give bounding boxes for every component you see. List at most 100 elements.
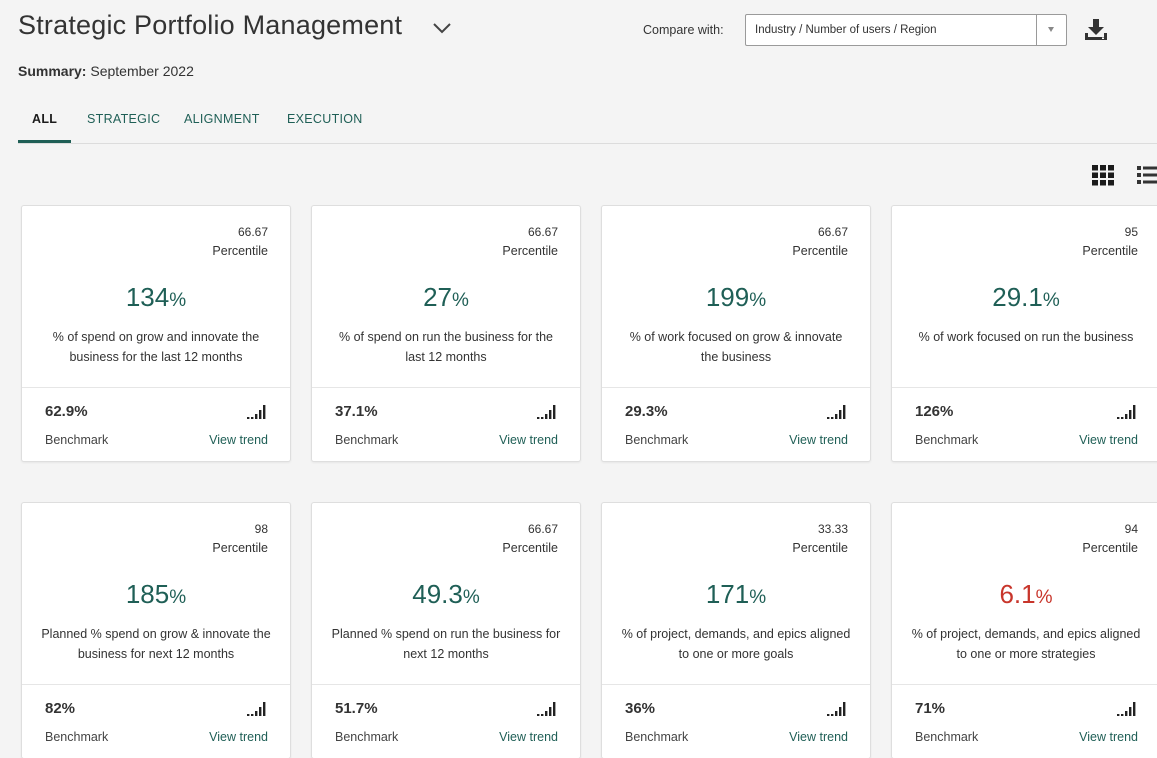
card-divider [892, 387, 1157, 388]
tab-strategic[interactable]: STRATEGIC [87, 112, 160, 126]
card-divider [892, 684, 1157, 685]
signal-bars-icon [827, 405, 846, 419]
metric-card[interactable]: 95 Percentile 29.1% % of work focused on… [891, 205, 1157, 462]
signal-bars-icon [247, 702, 266, 716]
metric-unit: % [169, 290, 187, 311]
view-trend-link[interactable]: View trend [1079, 730, 1138, 744]
metric-card[interactable]: 66.67 Percentile 199% % of work focused … [601, 205, 871, 462]
benchmark-label: Benchmark [45, 730, 109, 744]
percentile-label: Percentile [502, 541, 558, 555]
percentile-label: Percentile [502, 244, 558, 258]
card-divider [312, 684, 580, 685]
metric-number: 134 [125, 282, 170, 312]
summary-value: September 2022 [90, 63, 194, 79]
percentile-value: 94 [1124, 522, 1138, 536]
benchmark-label: Benchmark [625, 433, 689, 447]
benchmark-value: 37.1% [335, 403, 378, 420]
percentile-label: Percentile [1082, 244, 1138, 258]
benchmark-value: 29.3% [625, 403, 668, 420]
metric-unit: % [169, 587, 187, 608]
signal-bars-icon [537, 405, 556, 419]
metric-unit: % [1042, 290, 1060, 311]
metric-card[interactable]: 66.67 Percentile 49.3% Planned % spend o… [311, 502, 581, 758]
compare-select-value: Industry / Number of users / Region [755, 24, 937, 36]
metric-description: % of spend on grow and innovate the busi… [52, 330, 260, 364]
percentile-value: 66.67 [527, 225, 558, 239]
summary-label: Summary: [18, 63, 87, 79]
card-divider [312, 387, 580, 388]
select-divider [1036, 15, 1037, 45]
metric-value: 199% [602, 282, 870, 313]
benchmark-label: Benchmark [45, 433, 109, 447]
signal-bars-icon [247, 405, 266, 419]
metric-unit: % [452, 290, 469, 311]
metric-card[interactable]: 66.67 Percentile 134% % of spend on grow… [21, 205, 291, 462]
metric-description: % of project, demands, and epics aligned… [911, 627, 1141, 661]
percentile-value: 98 [254, 522, 268, 536]
metric-card[interactable]: 33.33 Percentile 171% % of project, dema… [601, 502, 871, 758]
percentile-label: Percentile [1082, 541, 1138, 555]
benchmark-value: 36% [625, 700, 656, 717]
metric-unit: % [749, 587, 767, 608]
view-trend-link[interactable]: View trend [789, 433, 848, 447]
percentile-label: Percentile [792, 541, 848, 555]
view-trend-link[interactable]: View trend [1079, 433, 1138, 447]
metric-unit: % [1035, 587, 1053, 608]
metric-description: Planned % spend on run the business for … [331, 627, 561, 661]
metric-value: 185% [22, 579, 290, 610]
card-divider [602, 387, 870, 388]
benchmark-label: Benchmark [915, 730, 979, 744]
benchmark-label: Benchmark [335, 433, 399, 447]
tab-alignment[interactable]: ALIGNMENT [184, 112, 260, 126]
view-trend-link[interactable]: View trend [499, 433, 558, 447]
metric-number: 185 [125, 579, 170, 609]
compare-select[interactable]: Industry / Number of users / Region [745, 14, 1067, 46]
compare-label: Compare with: [643, 23, 724, 37]
metric-number: 49.3 [412, 579, 463, 609]
signal-bars-icon [827, 702, 846, 716]
tabs-divider [18, 143, 1157, 144]
benchmark-label: Benchmark [915, 433, 979, 447]
card-divider [22, 684, 290, 685]
metric-value: 49.3% [312, 579, 580, 610]
metric-unit: % [749, 290, 767, 311]
signal-bars-icon [1117, 405, 1136, 419]
card-divider [602, 684, 870, 685]
benchmark-value: 82% [45, 700, 76, 717]
benchmark-label: Benchmark [625, 730, 689, 744]
metric-description: % of work focused on grow & innovate the… [629, 330, 843, 364]
signal-bars-icon [537, 702, 556, 716]
list-view-icon[interactable] [1136, 164, 1157, 186]
metric-card[interactable]: 66.67 Percentile 27% % of spend on run t… [311, 205, 581, 462]
caret-down-icon [1048, 27, 1054, 32]
download-icon[interactable] [1083, 17, 1109, 43]
grid-view-icon[interactable] [1091, 164, 1115, 186]
signal-bars-icon [1117, 702, 1136, 716]
percentile-label: Percentile [212, 541, 268, 555]
benchmark-value: 51.7% [335, 700, 378, 717]
benchmark-value: 62.9% [45, 403, 88, 420]
chevron-down-icon[interactable] [431, 17, 453, 39]
metric-description: % of work focused on run the business [918, 330, 1134, 344]
view-trend-link[interactable]: View trend [209, 433, 268, 447]
metric-number: 27 [423, 282, 452, 312]
tab-execution[interactable]: EXECUTION [287, 112, 363, 126]
benchmark-label: Benchmark [335, 730, 399, 744]
metric-number: 6.1 [999, 579, 1036, 609]
metric-number: 29.1 [992, 282, 1043, 312]
view-trend-link[interactable]: View trend [789, 730, 848, 744]
metric-value: 6.1% [892, 579, 1157, 610]
metric-description: % of project, demands, and epics aligned… [621, 627, 851, 661]
view-trend-link[interactable]: View trend [209, 730, 268, 744]
page-header: Strategic Portfolio Management Summary: … [0, 0, 1157, 145]
benchmark-value: 71% [915, 700, 946, 717]
tab-all[interactable]: ALL [32, 112, 57, 126]
view-trend-link[interactable]: View trend [499, 730, 558, 744]
metric-value: 171% [602, 579, 870, 610]
percentile-value: 66.67 [237, 225, 268, 239]
metric-card[interactable]: 94 Percentile 6.1% % of project, demands… [891, 502, 1157, 758]
summary: Summary: September 2022 [18, 63, 194, 79]
metric-card[interactable]: 98 Percentile 185% Planned % spend on gr… [21, 502, 291, 758]
metric-number: 171 [705, 579, 750, 609]
page-title: Strategic Portfolio Management [18, 10, 403, 40]
